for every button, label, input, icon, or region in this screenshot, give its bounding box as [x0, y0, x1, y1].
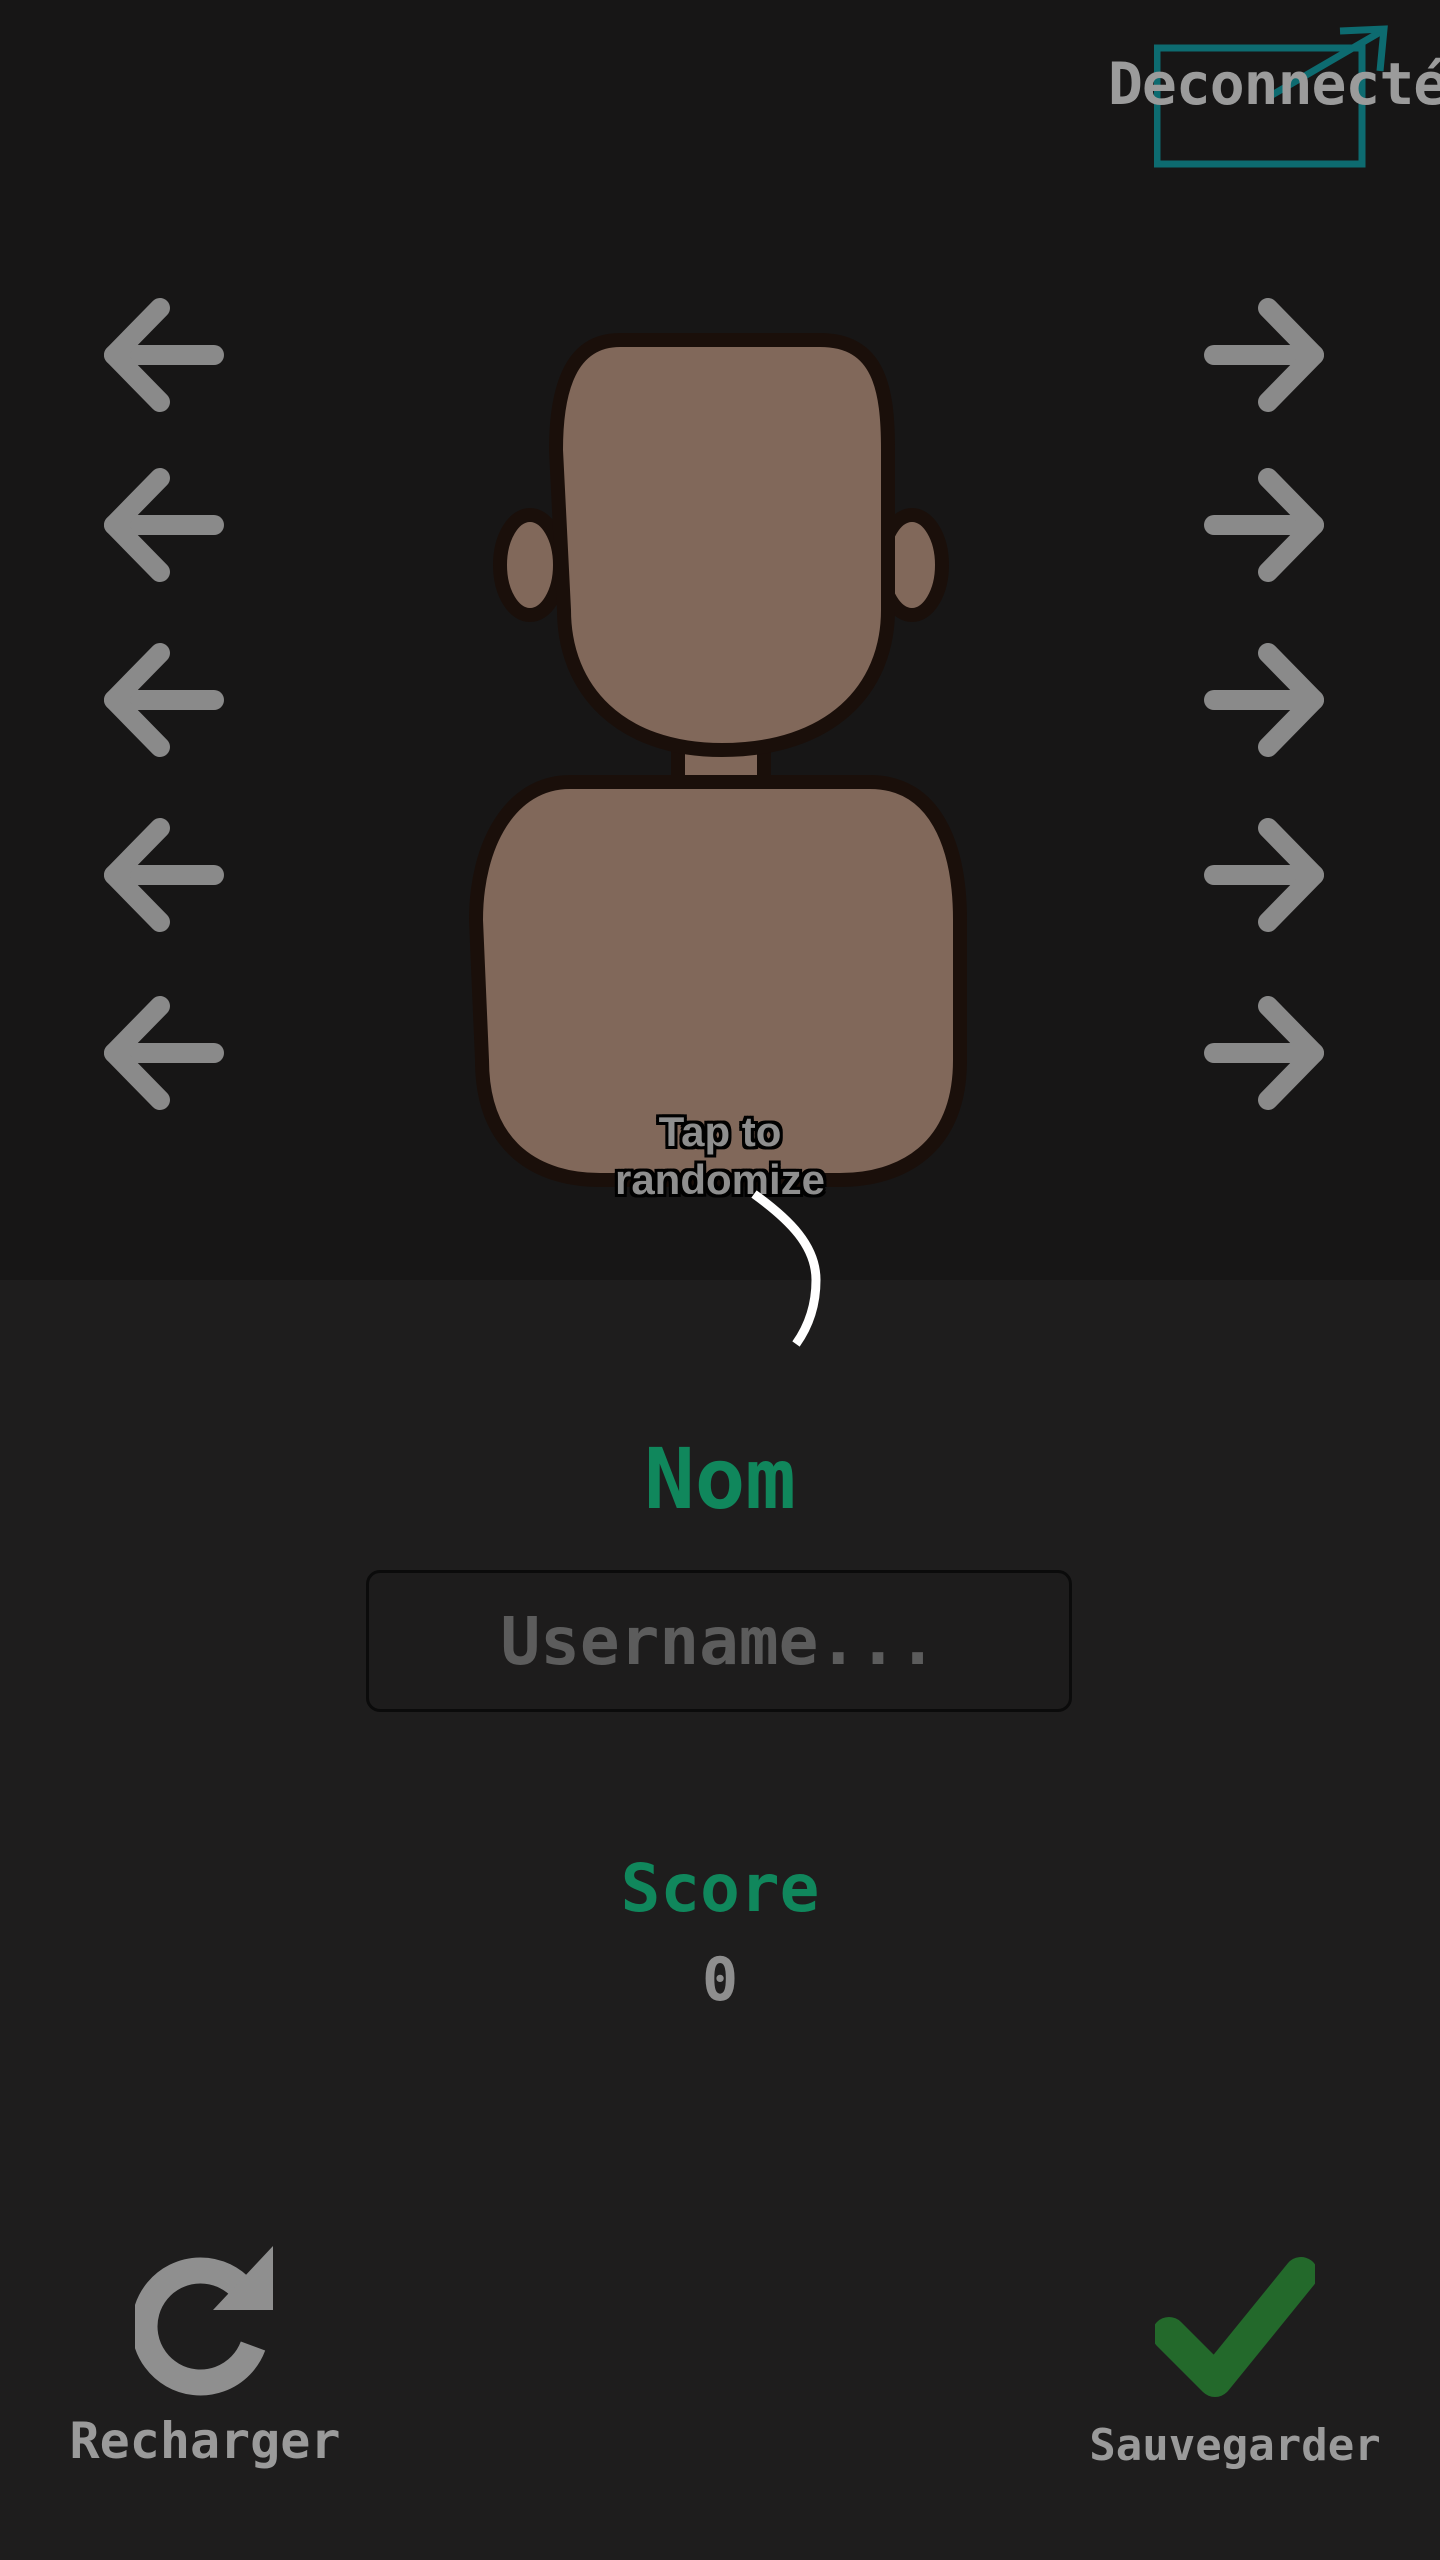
arrow-right-icon: [1204, 643, 1324, 757]
arrow-left-icon: [104, 818, 224, 932]
prev-skin-button[interactable]: [100, 635, 230, 765]
reload-icon: [135, 2246, 273, 2396]
prev-hair-button[interactable]: [100, 290, 230, 420]
next-face-button[interactable]: [1198, 460, 1328, 590]
name-label: Nom: [644, 1430, 796, 1528]
score-label: Score: [620, 1850, 820, 1927]
reload-button[interactable]: Recharger: [60, 2230, 350, 2480]
arrow-right-icon: [1204, 468, 1324, 582]
arrow-left-icon: [104, 468, 224, 582]
arrow-left-icon: [104, 643, 224, 757]
avatar-drawing: [469, 333, 967, 1187]
check-icon: [1155, 2257, 1315, 2397]
next-skin-button[interactable]: [1198, 635, 1328, 765]
prev-face-button[interactable]: [100, 460, 230, 590]
arrow-right-icon: [1204, 996, 1324, 1110]
prev-bottom-button[interactable]: [100, 988, 230, 1118]
arrow-left-icon: [104, 996, 224, 1110]
loading-spinner-icon: [716, 1180, 836, 1360]
avatar-figure[interactable]: [460, 320, 980, 1200]
next-bottom-button[interactable]: [1198, 988, 1328, 1118]
score-value: 0: [701, 1945, 739, 2015]
arrow-left-icon: [104, 298, 224, 412]
next-hair-button[interactable]: [1198, 290, 1328, 420]
logout-label: Deconnecté: [1108, 50, 1440, 118]
arrow-right-icon: [1204, 298, 1324, 412]
character-editor-screen: Deconnecté Tap to randomize Nom Username…: [0, 0, 1440, 2560]
username-input[interactable]: [366, 1570, 1072, 1712]
next-top-button[interactable]: [1198, 810, 1328, 940]
logout-button[interactable]: Deconnecté: [1104, 20, 1440, 170]
save-button[interactable]: Sauvegarder: [1080, 2230, 1390, 2480]
save-label: Sauvegarder: [1089, 2420, 1381, 2471]
prev-top-button[interactable]: [100, 810, 230, 940]
arrow-right-icon: [1204, 818, 1324, 932]
reload-label: Recharger: [69, 2412, 341, 2470]
